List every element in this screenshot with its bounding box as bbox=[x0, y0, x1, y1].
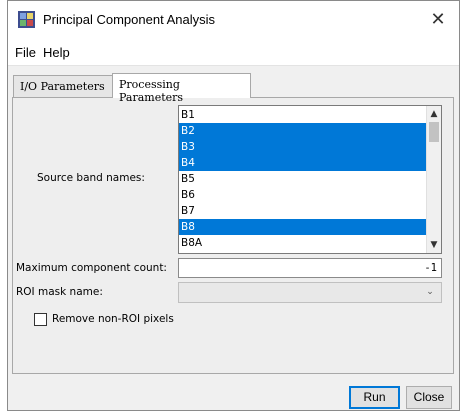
tab-io-parameters[interactable]: I/O Parameters bbox=[13, 75, 113, 97]
pca-app-icon bbox=[18, 11, 35, 28]
source-band-label: Source band names: bbox=[37, 172, 145, 184]
list-item[interactable]: B3 bbox=[179, 139, 427, 155]
list-item[interactable]: B2 bbox=[179, 123, 427, 139]
list-item[interactable]: B7 bbox=[179, 203, 427, 219]
remove-non-roi-label[interactable]: Remove non-ROI pixels bbox=[52, 313, 174, 325]
window-title: Principal Component Analysis bbox=[43, 12, 215, 27]
menu-help[interactable]: Help bbox=[41, 45, 72, 60]
chevron-down-icon[interactable]: ⌄ bbox=[423, 284, 437, 301]
source-band-list[interactable]: B1 B2 B3 B4 B5 B6 B7 B8 B8A ▲ ▼ bbox=[178, 105, 442, 254]
chevron-down-icon[interactable]: ▼ bbox=[427, 238, 441, 252]
list-item[interactable]: B8 bbox=[179, 219, 427, 235]
run-button[interactable]: Run bbox=[349, 386, 400, 409]
chevron-up-icon[interactable]: ▲ bbox=[427, 107, 441, 121]
menu-bar: File Help bbox=[8, 41, 459, 65]
roi-mask-select[interactable]: ⌄ bbox=[178, 282, 442, 303]
menu-file[interactable]: File bbox=[13, 45, 38, 60]
tab-processing-parameters[interactable]: Processing Parameters bbox=[112, 73, 251, 104]
max-component-label: Maximum component count: bbox=[16, 262, 167, 274]
pca-dialog-window: Principal Component Analysis ✕ File Help… bbox=[7, 0, 460, 411]
close-icon[interactable]: ✕ bbox=[425, 7, 451, 33]
list-item[interactable]: B5 bbox=[179, 171, 427, 187]
roi-mask-label: ROI mask name: bbox=[16, 286, 103, 298]
close-button[interactable]: Close bbox=[406, 386, 452, 409]
max-component-input[interactable]: -1 bbox=[178, 258, 442, 278]
dialog-content: I/O Parameters Processing Parameters Sou… bbox=[8, 65, 459, 410]
list-item[interactable]: B6 bbox=[179, 187, 427, 203]
list-scrollbar[interactable]: ▲ ▼ bbox=[426, 106, 441, 253]
processing-parameters-panel: Source band names: B1 B2 B3 B4 B5 B6 B7 … bbox=[12, 97, 454, 374]
list-item[interactable]: B8A bbox=[179, 235, 427, 251]
list-item[interactable]: B4 bbox=[179, 155, 427, 171]
scroll-thumb[interactable] bbox=[429, 122, 439, 142]
title-bar[interactable]: Principal Component Analysis ✕ bbox=[8, 1, 459, 41]
remove-non-roi-checkbox[interactable] bbox=[34, 313, 47, 326]
list-item[interactable]: B1 bbox=[179, 107, 427, 123]
